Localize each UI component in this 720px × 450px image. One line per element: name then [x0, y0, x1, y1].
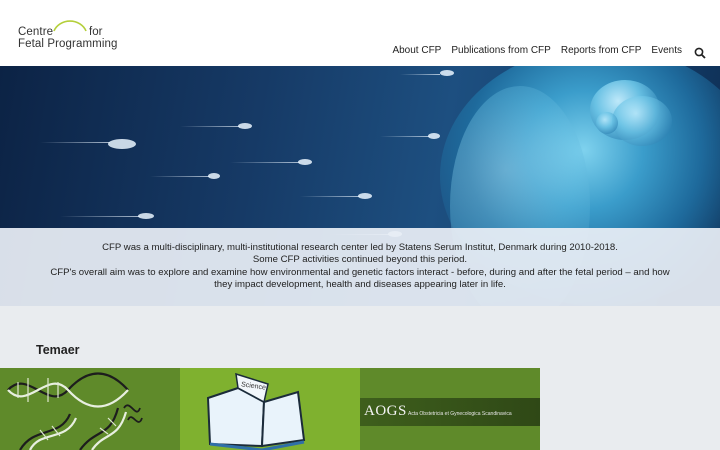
site-header: Centre for Fetal Programming About CFP P…: [0, 0, 720, 66]
section-title: Temaer: [36, 343, 80, 357]
nav-events[interactable]: Events: [651, 45, 682, 56]
hero-egg-cell: [596, 112, 618, 134]
logo-arc-icon: [53, 20, 87, 32]
caption-line: Some CFP activities continued beyond thi…: [252, 254, 468, 266]
sperm-tail: [180, 126, 240, 127]
nav-publications-from-cfp[interactable]: Publications from CFP: [451, 45, 550, 56]
sperm-tail: [300, 196, 360, 197]
aogs-subtitle: Acta Obstetricia et Gynecologica Scandin…: [408, 411, 512, 417]
search-icon[interactable]: [694, 44, 706, 59]
sperm-tail: [400, 74, 440, 75]
logo-text-fetal-programming: Fetal Programming: [18, 38, 118, 50]
open-book-icon: [206, 372, 306, 450]
sperm-head: [108, 139, 136, 149]
sperm-head: [138, 213, 154, 219]
tile-science-book[interactable]: Science: [180, 368, 360, 450]
main-nav: About CFP Publications from CFP Reports …: [382, 44, 706, 59]
caption-line: CFP was a multi-disciplinary, multi-inst…: [102, 242, 618, 253]
tile-aogs-journal[interactable]: AOGS Acta Obstetricia et Gynecologica Sc…: [360, 368, 540, 450]
sperm-head: [298, 159, 312, 165]
cfp-logo[interactable]: Centre for Fetal Programming: [18, 14, 128, 54]
nav-reports-from-cfp[interactable]: Reports from CFP: [561, 45, 642, 56]
dna-helix-icon: [7, 372, 143, 450]
sperm-tail: [60, 216, 140, 217]
sperm-head: [428, 133, 440, 139]
sperm-tail: [150, 176, 210, 177]
tile-dna[interactable]: [0, 368, 180, 450]
logo-text-for: for: [89, 26, 103, 38]
hero-caption: CFP was a multi-disciplinary, multi-inst…: [0, 228, 720, 306]
sperm-head: [208, 173, 220, 179]
sperm-head: [358, 193, 372, 199]
sperm-head: [238, 123, 252, 129]
sperm-head: [440, 70, 454, 76]
aogs-title: AOGS: [364, 403, 407, 419]
sperm-tail: [40, 142, 110, 143]
hero-egg-cell: [612, 96, 672, 146]
nav-about-cfp[interactable]: About CFP: [392, 45, 441, 56]
logo-text-centre: Centre: [18, 26, 54, 38]
sperm-tail: [380, 136, 430, 137]
caption-line: they impact development, health and dise…: [214, 279, 506, 291]
caption-line: CFP's overall aim was to explore and exa…: [50, 266, 670, 278]
sperm-tail: [230, 162, 300, 163]
